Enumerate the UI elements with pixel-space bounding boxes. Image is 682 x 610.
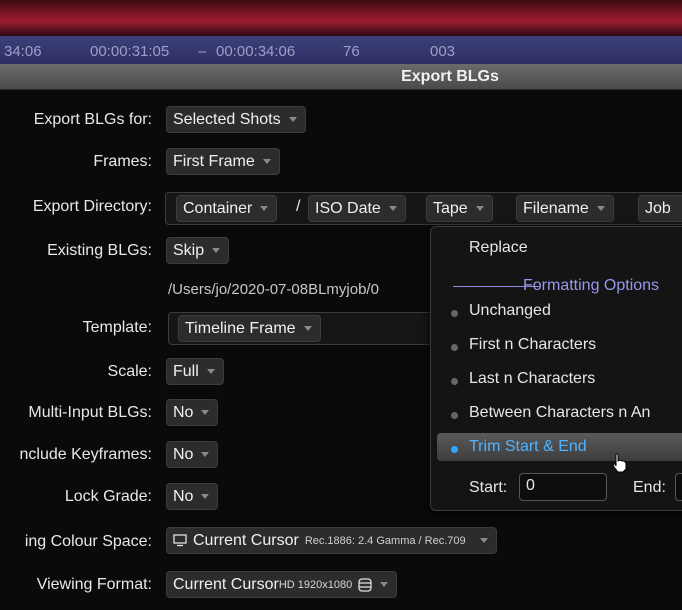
colour-space-dropdown[interactable]: Current Cursor Rec.1886: 2.4 Gamma / Rec… [166, 527, 497, 554]
frames-dropdown[interactable]: First Frame [166, 148, 280, 175]
start-label: Start: [469, 479, 508, 496]
template-dropdown[interactable]: Timeline Frame [178, 315, 321, 342]
end-label: End: [633, 479, 666, 496]
chevron-down-icon [380, 582, 389, 587]
timecode-dash: – [198, 43, 207, 60]
dir-token-label: Tape [433, 199, 468, 217]
chevron-down-icon [303, 326, 312, 331]
viewing-format-label: Viewing Format: [36, 576, 152, 593]
scale-value: Full [173, 362, 199, 380]
export-path-preview: /Users/jo/2020-07-08BLmyjob/0 [168, 281, 379, 298]
dir-token-label: ISO Date [315, 199, 381, 217]
hand-pointer-icon [612, 453, 627, 473]
database-icon [358, 577, 372, 592]
chevron-down-icon [262, 159, 271, 164]
dir-token-iso-date[interactable]: ISO Date [308, 195, 406, 222]
timecode-partial: 34:06 [4, 43, 42, 60]
menu-item-replace[interactable]: Replace [469, 239, 528, 257]
lock-grade-label: Lock Grade: [64, 488, 152, 505]
dialog-title: Export BLGs [401, 68, 499, 85]
section-heading: Formatting Options [523, 277, 660, 294]
lock-grade-value: No [173, 487, 194, 505]
monitor-icon [173, 534, 187, 547]
radio-dot-icon [451, 412, 458, 419]
radio-dot-icon [451, 344, 458, 351]
menu-item-trim[interactable]: Trim Start & End [469, 438, 587, 456]
dir-token-container[interactable]: Container [176, 195, 278, 222]
chevron-down-icon [260, 206, 269, 211]
chevron-down-icon [479, 538, 488, 543]
chevron-down-icon [201, 494, 210, 499]
template-label: Template: [82, 319, 152, 336]
viewer-strip [0, 0, 682, 36]
radio-dot-icon [451, 310, 458, 317]
multi-input-value: No [173, 403, 194, 421]
dir-token-label: Job [645, 199, 671, 217]
menu-item-unchanged[interactable]: Unchanged [469, 302, 551, 320]
scale-dropdown[interactable]: Full [166, 358, 224, 385]
dir-token-filename[interactable]: Filename [516, 195, 614, 222]
existing-value: Skip [173, 241, 205, 259]
colour-space-detail: Rec.1886: 2.4 Gamma / Rec.709 [304, 534, 466, 547]
multi-input-dropdown[interactable]: No [166, 399, 219, 426]
radio-dot-icon [451, 378, 458, 385]
viewing-format-value: Current Cursor [173, 575, 279, 593]
viewing-format-detail: HD 1920x1080 [278, 578, 353, 591]
lock-grade-dropdown[interactable]: No [166, 483, 219, 510]
existing-dropdown[interactable]: Skip [166, 237, 230, 264]
colour-space-label: ing Colour Space: [24, 533, 152, 550]
dir-separator: / [296, 198, 301, 215]
scale-label: Scale: [107, 363, 152, 380]
menu-item-between[interactable]: Between Characters n An [469, 404, 650, 422]
export-for-label: Export BLGs for: [33, 111, 152, 128]
frames-value: First Frame [173, 152, 255, 170]
chevron-down-icon [388, 206, 397, 211]
dir-token-job[interactable]: Job [638, 195, 682, 222]
chevron-down-icon [475, 206, 484, 211]
shot-number: 003 [430, 43, 456, 60]
existing-label: Existing BLGs: [47, 242, 152, 259]
menu-item-last-n[interactable]: Last n Characters [469, 370, 595, 388]
chevron-down-icon [201, 452, 210, 457]
frame-count: 76 [343, 43, 360, 60]
template-value: Timeline Frame [185, 319, 296, 337]
chevron-down-icon [596, 206, 605, 211]
timecode-bar: 34:06 00:00:31:05 – 00:00:34:06 76 003 [0, 36, 682, 64]
chevron-down-icon [288, 117, 297, 122]
colour-space-value: Current Cursor [193, 531, 299, 549]
directory-label: Export Directory: [32, 198, 152, 215]
dialog-titlebar[interactable]: Export BLGs [0, 64, 682, 90]
frames-label: Frames: [93, 153, 152, 170]
dir-token-label: Filename [523, 199, 589, 217]
tape-token-menu: Replace Formatting Options Unchanged Fir… [430, 226, 682, 511]
export-for-value: Selected Shots [173, 110, 281, 128]
radio-selected-icon [451, 446, 458, 453]
dir-token-tape[interactable]: Tape [426, 195, 493, 222]
menu-item-first-n[interactable]: First n Characters [469, 336, 596, 354]
start-input[interactable]: 0 [519, 473, 607, 501]
chevron-down-icon [212, 248, 221, 253]
end-input[interactable] [675, 473, 682, 501]
include-keyframes-dropdown[interactable]: No [166, 441, 219, 468]
timecode-in: 00:00:31:05 [90, 43, 170, 60]
chevron-down-icon [201, 410, 210, 415]
viewing-format-dropdown[interactable]: Current Cursor HD 1920x1080 [166, 571, 398, 598]
timecode-out: 00:00:34:06 [216, 43, 296, 60]
multi-input-label: Multi-Input BLGs: [28, 404, 152, 421]
export-for-dropdown[interactable]: Selected Shots [166, 106, 306, 133]
include-keyframes-value: No [173, 445, 194, 463]
dir-token-label: Container [183, 199, 253, 217]
include-keyframes-label: nclude Keyframes: [19, 446, 152, 463]
chevron-down-icon [206, 369, 215, 374]
